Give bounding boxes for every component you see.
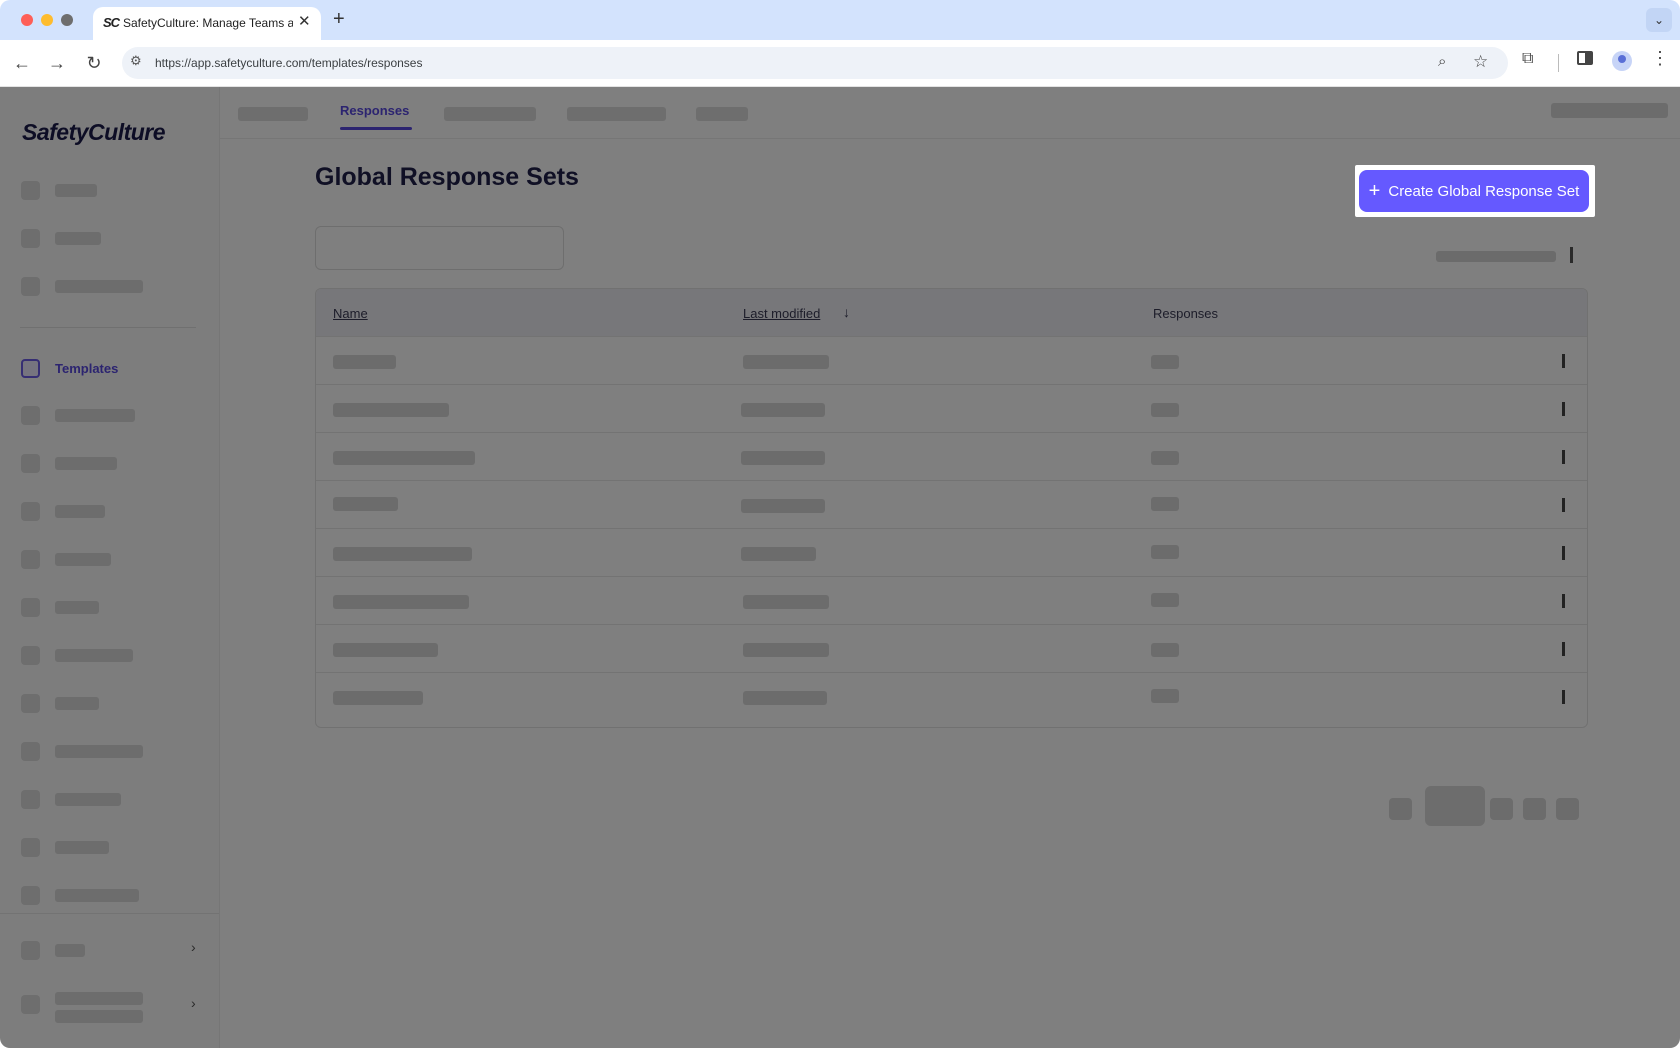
safetyculture-favicon-icon: SC bbox=[103, 15, 120, 30]
plus-icon: + bbox=[1368, 180, 1381, 202]
bookmark-star-icon[interactable]: ☆ bbox=[1473, 52, 1488, 72]
tab-search-chevron-icon[interactable]: ⌄ bbox=[1646, 8, 1672, 32]
url-text[interactable]: https://app.safetyculture.com/templates/… bbox=[155, 56, 422, 70]
browser-menu-icon[interactable]: ⋮ bbox=[1651, 48, 1669, 69]
close-window-button[interactable] bbox=[21, 14, 33, 26]
browser-window: SC SafetyCulture: Manage Teams and... ✕ … bbox=[0, 0, 1680, 1048]
browser-toolbar: ← → ↻ ⚙ https://app.safetyculture.com/te… bbox=[0, 40, 1680, 86]
extensions-icon[interactable]: ⧉ bbox=[1522, 50, 1533, 68]
create-global-response-set-button[interactable]: + Create Global Response Set bbox=[1359, 170, 1589, 212]
tab-title: SafetyCulture: Manage Teams and... bbox=[123, 16, 293, 30]
dimming-overlay bbox=[0, 87, 1680, 1048]
minimize-window-button[interactable] bbox=[41, 14, 53, 26]
highlight-frame: + Create Global Response Set bbox=[1355, 165, 1595, 217]
maximize-window-button[interactable] bbox=[61, 14, 73, 26]
back-button[interactable]: ← bbox=[9, 50, 35, 76]
new-tab-button[interactable]: + bbox=[333, 8, 345, 31]
zoom-icon[interactable]: ⌕ bbox=[1438, 53, 1446, 70]
page-content: SafetyCulture Templates › › bbox=[0, 87, 1680, 1048]
tab-strip: SC SafetyCulture: Manage Teams and... ✕ … bbox=[0, 0, 1680, 40]
profile-avatar[interactable] bbox=[1612, 51, 1632, 71]
close-tab-icon[interactable]: ✕ bbox=[298, 12, 311, 30]
site-info-icon[interactable]: ⚙ bbox=[130, 53, 142, 69]
reload-button[interactable]: ↻ bbox=[81, 50, 107, 76]
side-panel-icon[interactable] bbox=[1577, 51, 1593, 65]
toolbar-divider bbox=[1558, 54, 1559, 72]
create-button-label: Create Global Response Set bbox=[1388, 182, 1580, 200]
forward-button[interactable]: → bbox=[44, 50, 70, 76]
browser-tab-active[interactable]: SC SafetyCulture: Manage Teams and... ✕ bbox=[93, 7, 321, 40]
address-bar[interactable]: ⚙ https://app.safetyculture.com/template… bbox=[122, 47, 1508, 79]
